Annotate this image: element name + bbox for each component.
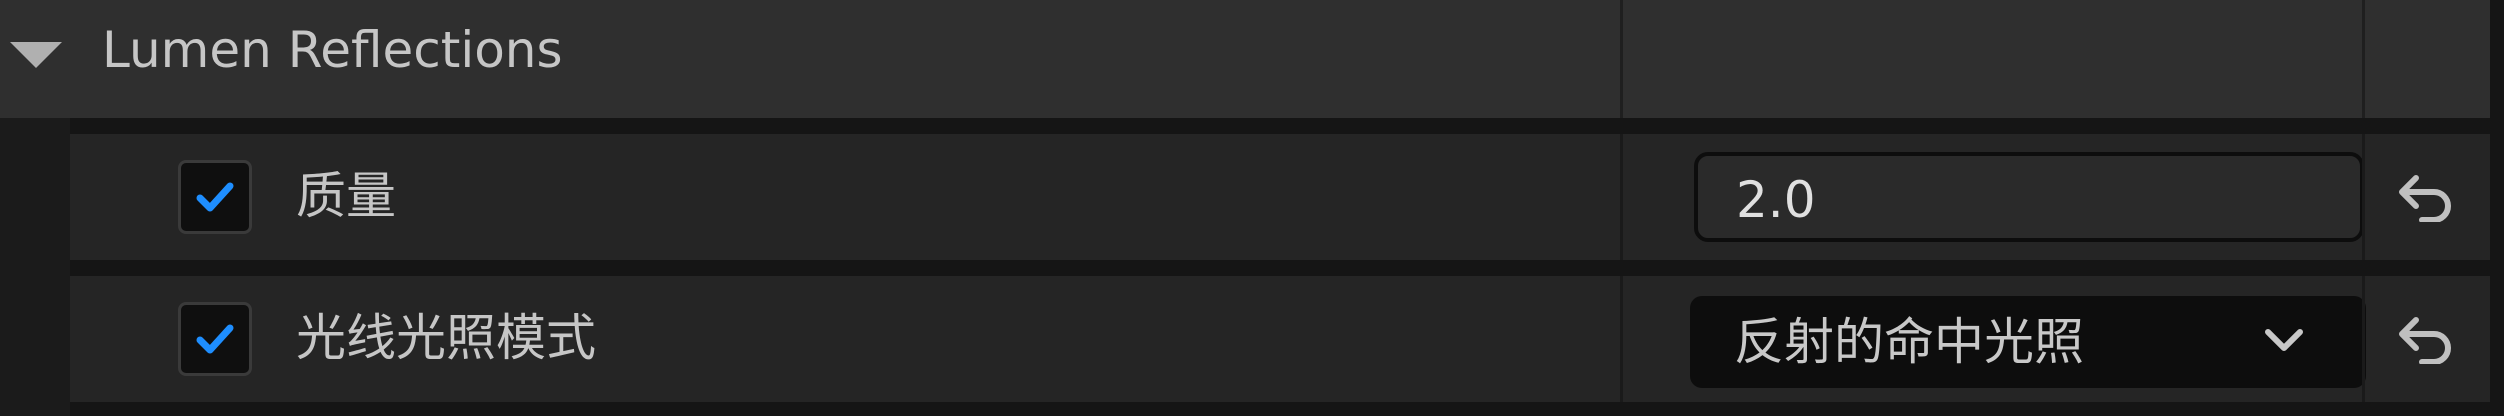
property-row-ray-lighting-mode: 光线光照模式 反射的命中光照: [70, 276, 2490, 402]
quality-value: 2.0: [1736, 171, 1816, 229]
column-divider: [1620, 0, 1623, 118]
reset-arrow-icon[interactable]: [2394, 172, 2454, 226]
ray-lighting-mode-dropdown[interactable]: 反射的命中光照: [1690, 296, 2366, 388]
column-divider: [2362, 134, 2365, 260]
chevron-down-icon: [2262, 320, 2306, 364]
dropdown-selected-value: 反射的命中光照: [1734, 313, 2084, 371]
category-title: Lumen Reflections: [102, 21, 563, 79]
property-label: 光线光照模式: [296, 309, 596, 367]
ray-lighting-mode-override-checkbox[interactable]: [178, 302, 252, 376]
indent-gutter: [0, 118, 70, 416]
checkmark-icon: [196, 324, 234, 354]
category-header-lumen-reflections[interactable]: Lumen Reflections: [0, 0, 2490, 118]
property-row-quality: 质量 2.0: [70, 134, 2490, 260]
quality-override-checkbox[interactable]: [178, 160, 252, 234]
column-divider: [1620, 276, 1623, 402]
column-divider: [1620, 134, 1623, 260]
triangle-down-icon[interactable]: [10, 42, 62, 68]
details-panel: Lumen Reflections 质量 2.0 光线光照模式 反射的命中光照: [0, 0, 2504, 416]
property-label: 质量: [296, 167, 396, 225]
column-divider: [2362, 0, 2365, 118]
quality-value-field[interactable]: 2.0: [1694, 152, 2364, 242]
reset-arrow-icon[interactable]: [2394, 314, 2454, 368]
column-divider: [2362, 276, 2365, 402]
checkmark-icon: [196, 182, 234, 212]
